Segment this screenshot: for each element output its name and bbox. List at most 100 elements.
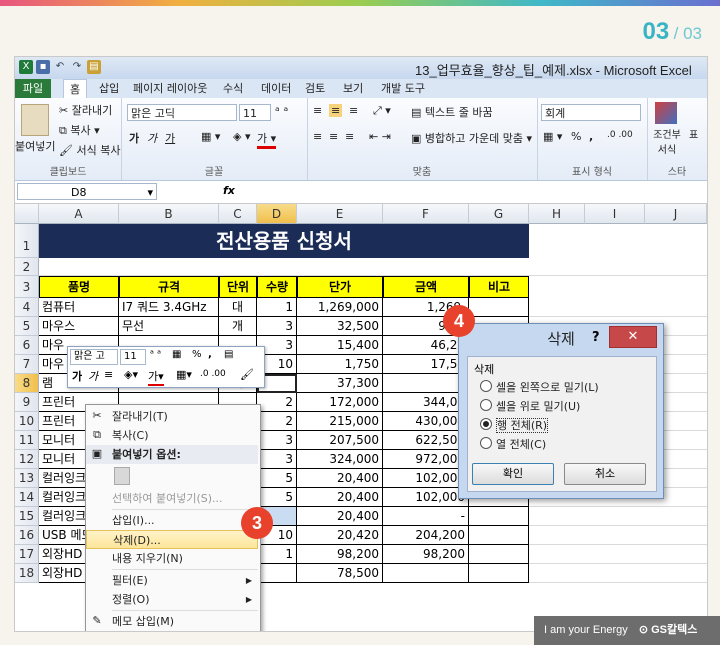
- table-cell[interactable]: 102,000: [383, 469, 469, 488]
- cut-button[interactable]: 잘라내기: [72, 104, 112, 117]
- menu-insert-comment[interactable]: ✎ 메모 삽입(M): [86, 612, 258, 631]
- table-row-empty-cells[interactable]: [529, 298, 707, 317]
- formula-input[interactable]: [243, 183, 703, 200]
- menu-delete[interactable]: 삭제(D)...: [86, 530, 258, 549]
- mini-decimal-adjust-icon[interactable]: .0 .00: [200, 369, 226, 379]
- row-header[interactable]: 1: [15, 224, 39, 258]
- row-header[interactable]: 8: [15, 374, 39, 393]
- radio-shift-left[interactable]: 셀을 왼쪽으로 밀기(L): [480, 379, 599, 395]
- radio-shift-up[interactable]: 셀을 위로 밀기(U): [480, 398, 580, 414]
- table-cell[interactable]: [383, 374, 469, 393]
- row-header[interactable]: 13: [15, 469, 39, 488]
- tab-formulas[interactable]: 수식: [217, 79, 249, 98]
- table-cell[interactable]: 622,500: [383, 431, 469, 450]
- menu-paste-special[interactable]: 선택하여 붙여넣기(S)...: [86, 489, 258, 508]
- table-cell[interactable]: 32,500: [297, 317, 383, 336]
- table-cell[interactable]: 20,420: [297, 526, 383, 545]
- mini-grow-icon[interactable]: ᵃ ᵃ: [150, 349, 161, 360]
- underline-button[interactable]: 가: [165, 130, 175, 146]
- header-qty[interactable]: 수량: [257, 276, 297, 298]
- name-box[interactable]: D8 ▾: [17, 183, 157, 200]
- paste-button[interactable]: 붙여넣기: [15, 138, 55, 154]
- column-header-h[interactable]: H: [529, 204, 585, 224]
- tab-insert[interactable]: 삽입: [93, 79, 125, 98]
- table-cell[interactable]: 컴퓨터: [39, 298, 119, 317]
- table-row-empty-cells[interactable]: [529, 545, 707, 564]
- table-cell[interactable]: 15,400: [297, 336, 383, 355]
- help-icon[interactable]: ?: [592, 330, 600, 345]
- table-cell[interactable]: 78,500: [297, 564, 383, 583]
- table-cell[interactable]: 2: [257, 393, 297, 412]
- align-left-icon[interactable]: ≡: [313, 130, 322, 143]
- table-cell[interactable]: 207,500: [297, 431, 383, 450]
- column-header-c[interactable]: C: [219, 204, 257, 224]
- tab-developer[interactable]: 개발 도구: [375, 79, 431, 98]
- header-item[interactable]: 품명: [39, 276, 119, 298]
- table-cell[interactable]: 5: [257, 469, 297, 488]
- table-cell[interactable]: [469, 545, 529, 564]
- tab-view[interactable]: 보기: [337, 79, 369, 98]
- bold-button[interactable]: 가: [129, 130, 139, 146]
- number-format-select[interactable]: 회계: [541, 104, 641, 121]
- row-header[interactable]: 14: [15, 488, 39, 507]
- column-header-f[interactable]: F: [383, 204, 469, 224]
- row-header[interactable]: 11: [15, 431, 39, 450]
- radio-entire-row[interactable]: 행 전체(R): [480, 417, 549, 433]
- row-header[interactable]: 17: [15, 545, 39, 564]
- table-cell[interactable]: [469, 298, 529, 317]
- tab-review[interactable]: 검토: [299, 79, 331, 98]
- mini-size-select[interactable]: 11: [120, 349, 146, 365]
- header-price[interactable]: 단가: [297, 276, 383, 298]
- conditional-format-button[interactable]: 조건부 서식: [649, 126, 685, 156]
- radio-entire-column[interactable]: 열 전체(C): [480, 436, 546, 452]
- table-cell[interactable]: 3: [257, 317, 297, 336]
- cancel-button[interactable]: 취소: [564, 463, 646, 485]
- font-size-select[interactable]: 11: [239, 104, 271, 121]
- decimal-icon[interactable]: .0 .00: [607, 130, 633, 140]
- format-table-button[interactable]: 표: [689, 126, 698, 141]
- column-header-d[interactable]: D: [257, 204, 297, 224]
- tab-page-layout[interactable]: 페이지 레이아웃: [127, 79, 213, 98]
- conditional-format-icon[interactable]: [655, 102, 677, 124]
- table-cell[interactable]: 3: [257, 450, 297, 469]
- menu-clear-contents[interactable]: 내용 지우기(N): [86, 549, 258, 568]
- tab-file[interactable]: 파일: [15, 79, 51, 98]
- table-cell[interactable]: I7 쿼드 3.4GHz: [119, 298, 219, 317]
- save-icon[interactable]: ▪: [36, 60, 50, 74]
- column-header-j[interactable]: J: [645, 204, 707, 224]
- column-header-i[interactable]: I: [585, 204, 645, 224]
- table-cell[interactable]: 172,000: [297, 393, 383, 412]
- table-cell[interactable]: [469, 507, 529, 526]
- table-row-empty-cells[interactable]: [529, 526, 707, 545]
- table-cell[interactable]: -: [383, 507, 469, 526]
- table-row-empty-cells[interactable]: [529, 507, 707, 526]
- accounting-icon[interactable]: ▦ ▾: [543, 130, 562, 143]
- paste-icon[interactable]: [21, 104, 49, 136]
- table-cell[interactable]: 5: [257, 488, 297, 507]
- table-cell[interactable]: [469, 526, 529, 545]
- table-cell[interactable]: [469, 564, 529, 583]
- table-cell[interactable]: 1: [257, 545, 297, 564]
- mini-font-color-icon[interactable]: 가▾: [148, 368, 164, 386]
- table-cell[interactable]: 17,50: [383, 355, 469, 374]
- menu-filter[interactable]: 필터(E) ▶: [86, 571, 258, 590]
- table-cell[interactable]: 324,000: [297, 450, 383, 469]
- column-header-e[interactable]: E: [297, 204, 383, 224]
- paste-icon[interactable]: [114, 467, 130, 485]
- table-cell[interactable]: 20,400: [297, 469, 383, 488]
- format-painter-button[interactable]: 서식 복사: [76, 144, 120, 157]
- tab-data[interactable]: 데이터: [255, 79, 297, 98]
- row-header[interactable]: 7: [15, 355, 39, 374]
- row-header[interactable]: 5: [15, 317, 39, 336]
- row-header[interactable]: 3: [15, 276, 39, 298]
- merge-center-button[interactable]: 병합하고 가운데 맞춤: [425, 132, 523, 145]
- mini-center-icon[interactable]: ≡: [104, 368, 113, 381]
- percent-button[interactable]: %: [571, 130, 581, 143]
- tab-home[interactable]: 홈: [63, 79, 88, 99]
- mini-comma-button[interactable]: ,: [208, 349, 212, 360]
- table-cell[interactable]: 20,400: [297, 488, 383, 507]
- align-center-icon[interactable]: ≡: [329, 130, 338, 143]
- column-header-b[interactable]: B: [119, 204, 219, 224]
- indent-icon[interactable]: ⇤ ⇥: [369, 130, 391, 143]
- mini-decimal-icon[interactable]: ▤: [224, 349, 233, 360]
